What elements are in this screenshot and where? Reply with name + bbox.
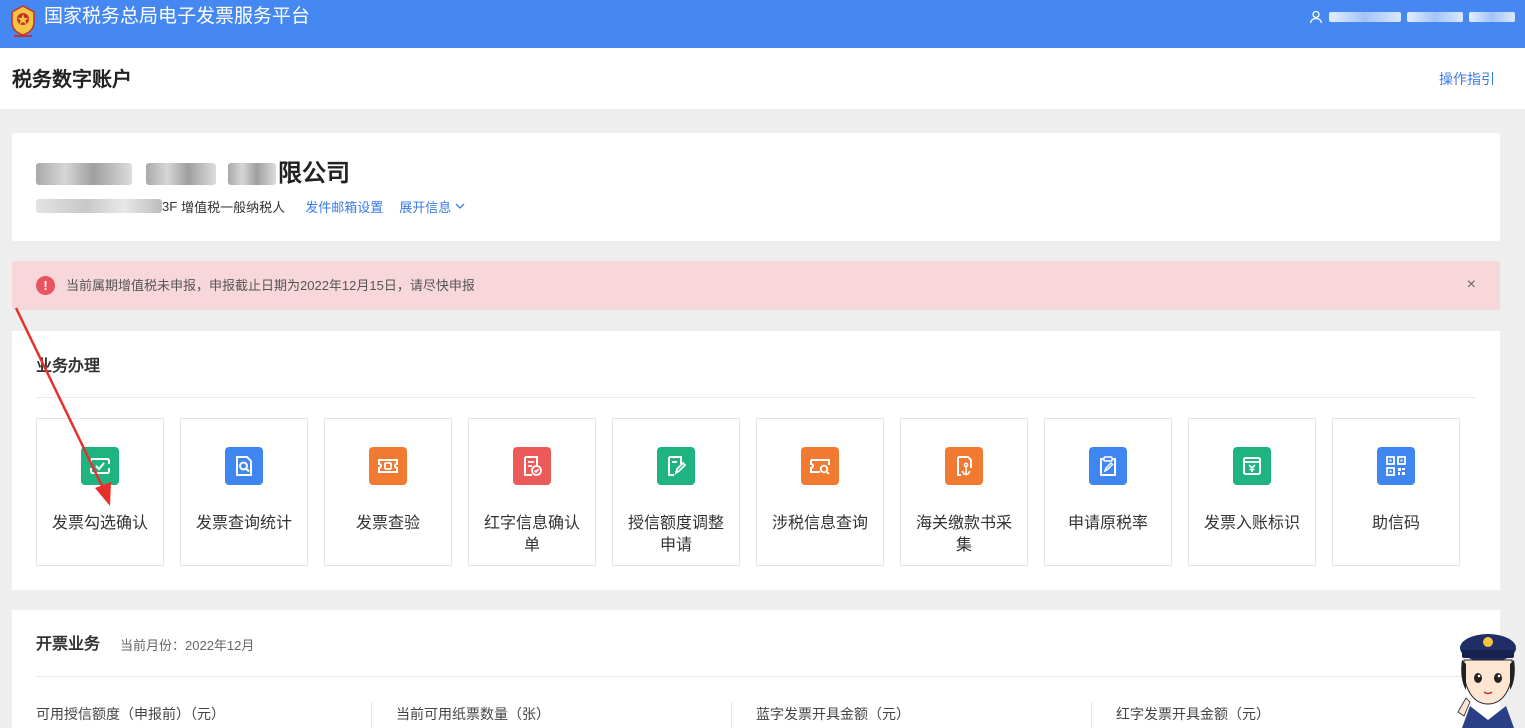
tile-label: 发票查询统计 (195, 515, 292, 532)
current-month: 当前月份：2022年12月 (120, 638, 255, 653)
tax-officer-mascot-icon[interactable] (1452, 620, 1525, 728)
ticket-search-icon (801, 447, 839, 485)
tile-label: 申请原税率 (1067, 515, 1148, 532)
business-panel-title: 业务办理 (36, 358, 101, 375)
redacted-user-info (1407, 12, 1463, 22)
page-title: 税务数字账户 (12, 69, 132, 91)
tile-label: 授信额度调整申请 (627, 515, 724, 554)
alert-message: 当前属期增值税未申报，申报截止日期为2022年12月15日，请尽快申报 (66, 278, 475, 293)
company-meta: 3F 增值税一般纳税人 发件邮箱设置 展开信息 (36, 197, 465, 215)
divider (36, 676, 1476, 677)
qr-code-icon (1377, 447, 1415, 485)
taxpayer-id-suffix: 3F (162, 198, 178, 214)
tax-filing-alert: ! 当前属期增值税未申报，申报截止日期为2022年12月15日，请尽快申报 × (12, 261, 1500, 310)
exclamation-icon: ! (36, 276, 55, 295)
stat-blue-invoice-amount: 蓝字发票开具金额（元） (756, 706, 910, 722)
tile-label: 发票查验 (355, 515, 420, 532)
clipboard-edit-icon (1089, 447, 1127, 485)
tile-label: 发票勾选确认 (51, 515, 148, 532)
stat-separator (1091, 702, 1092, 728)
anchor-document-icon (945, 447, 983, 485)
edit-document-icon (657, 447, 695, 485)
document-search-icon (225, 447, 263, 485)
company-info-card: 限公司 3F 增值税一般纳税人 发件邮箱设置 展开信息 (12, 133, 1500, 241)
email-settings-label: 发件邮箱设置 (305, 199, 384, 215)
invoicing-panel-title: 开票业务 (36, 636, 101, 653)
user-menu[interactable] (1309, 8, 1515, 26)
redacted-username (1329, 12, 1401, 22)
tile-help-code[interactable]: 助信码 (1332, 418, 1460, 566)
tile-label: 涉税信息查询 (771, 515, 868, 532)
user-icon (1309, 10, 1323, 24)
tile-invoice-verify[interactable]: 发票查验 (324, 418, 452, 566)
taxpayer-type: 增值税一般纳税人 (181, 199, 286, 215)
redacted-company-name-part1 (36, 163, 132, 185)
top-bar: 国家税务总局电子发票服务平台 (0, 0, 1525, 48)
tile-label: 海关缴款书采集 (915, 515, 1012, 554)
tile-credit-adjust[interactable]: 授信额度调整申请 (612, 418, 740, 566)
ticket-verify-icon (369, 447, 407, 485)
tile-invoice-accounting-mark[interactable]: 发票入账标识 (1188, 418, 1316, 566)
redacted-taxpayer-id (36, 199, 162, 213)
email-settings-link[interactable]: 发件邮箱设置 (305, 197, 383, 216)
invoice-tag-icon (1233, 447, 1271, 485)
platform-title: 国家税务总局电子发票服务平台 (44, 6, 311, 27)
redacted-company-name-part3 (228, 163, 276, 185)
sub-header: 税务数字账户 操作指引 (0, 48, 1525, 109)
stat-separator (731, 702, 732, 728)
expand-info-link[interactable]: 展开信息 (399, 197, 465, 216)
divider (36, 397, 1476, 398)
invoicing-panel: 开票业务 当前月份：2022年12月 可用授信额度（申报前）（元） 当前可用纸票… (12, 610, 1500, 728)
tile-invoice-query[interactable]: 发票查询统计 (180, 418, 308, 566)
tax-emblem-logo (11, 5, 35, 37)
tile-tax-info-query[interactable]: 涉税信息查询 (756, 418, 884, 566)
invoice-check-icon (81, 447, 119, 485)
company-name-suffix: 限公司 (278, 160, 350, 187)
stat-paper-invoice-count: 当前可用纸票数量（张） (396, 706, 550, 722)
expand-info-label: 展开信息 (399, 199, 452, 215)
tile-invoice-check[interactable]: 发票勾选确认 (36, 418, 164, 566)
tile-label: 助信码 (1371, 515, 1420, 532)
tile-customs-payment[interactable]: 海关缴款书采集 (900, 418, 1028, 566)
company-name: 限公司 (36, 159, 350, 189)
business-panel: 业务办理 发票勾选确认 发票查询统计 发票查验 红字信息确认单 授信额度调整申请 (12, 331, 1500, 590)
tile-label: 发票入账标识 (1203, 515, 1300, 532)
chevron-down-icon (455, 203, 465, 209)
operation-guide-link[interactable]: 操作指引 (1439, 70, 1495, 88)
stat-separator (371, 702, 372, 728)
stat-available-credit: 可用授信额度（申报前）（元） (36, 706, 225, 722)
document-check-icon (513, 447, 551, 485)
redacted-company-name-part2 (146, 163, 216, 185)
close-icon[interactable]: × (1467, 276, 1476, 294)
tile-label: 红字信息确认单 (483, 515, 580, 554)
tile-original-tax-rate[interactable]: 申请原税率 (1044, 418, 1172, 566)
tile-red-letter-confirmation[interactable]: 红字信息确认单 (468, 418, 596, 566)
redacted-user-role (1469, 12, 1515, 22)
stat-red-invoice-amount: 红字发票开具金额（元） (1116, 706, 1270, 722)
